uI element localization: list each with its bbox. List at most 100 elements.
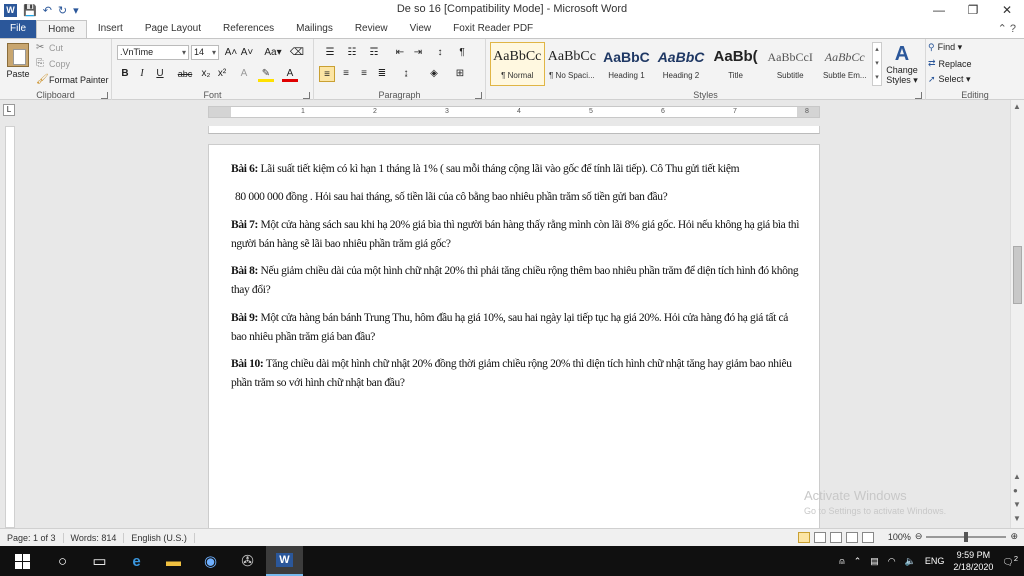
- font-name-dropdown[interactable]: .VnTime: [117, 45, 189, 60]
- sort-icon[interactable]: ↕: [432, 45, 448, 61]
- notification-center-icon[interactable]: 🗨2: [1002, 554, 1018, 568]
- document-page[interactable]: Bài 6: Lãi suất tiết kiệm có kì hạn 1 th…: [208, 144, 820, 528]
- scroll-up-icon[interactable]: ▲: [1013, 102, 1021, 111]
- font-size-dropdown[interactable]: 14: [191, 45, 219, 60]
- multilevel-list-icon[interactable]: ☶: [366, 45, 382, 61]
- people-icon[interactable]: ⍝: [839, 556, 844, 567]
- undo-icon[interactable]: ↶: [43, 4, 52, 17]
- paragraph-bai-8[interactable]: Bài 8: Nếu giảm chiều dài của một hình c…: [231, 262, 805, 300]
- word-app-icon[interactable]: W: [4, 3, 17, 17]
- draft-icon[interactable]: [862, 532, 874, 543]
- justify-icon[interactable]: ≣: [374, 66, 390, 82]
- borders-icon[interactable]: ⊞: [452, 66, 468, 82]
- tab-review[interactable]: Review: [344, 20, 399, 38]
- font-color-icon[interactable]: A: [282, 66, 298, 82]
- styles-launcher-icon[interactable]: [915, 92, 922, 99]
- italic-button[interactable]: I: [134, 66, 150, 82]
- app-icon[interactable]: ◉: [192, 546, 229, 576]
- paragraph-bai-7[interactable]: Bài 7: Một cửa hàng sách sau khi hạ 20% …: [231, 216, 805, 254]
- style-normal[interactable]: AaBbCc ¶ Normal: [490, 42, 545, 86]
- style-no-spacing[interactable]: AaBbCc ¶ No Spaci...: [545, 42, 600, 86]
- superscript-button[interactable]: x²: [214, 66, 230, 82]
- scroll-up-page-icon[interactable]: ▲: [1013, 472, 1021, 481]
- paragraph-launcher-icon[interactable]: [475, 92, 482, 99]
- show-hidden-icons-icon[interactable]: ⌃: [854, 556, 862, 567]
- tab-file[interactable]: File: [0, 20, 37, 38]
- zoom-out-icon[interactable]: ⊖: [915, 531, 923, 542]
- full-screen-reading-icon[interactable]: [814, 532, 826, 543]
- tab-home[interactable]: Home: [36, 20, 87, 38]
- vertical-scrollbar[interactable]: ▲ ▲ ● ▼ ▼: [1010, 100, 1024, 528]
- style-heading-2[interactable]: AaBbC Heading 2: [654, 42, 709, 86]
- shading-icon[interactable]: ◈: [426, 66, 442, 82]
- select-button[interactable]: ➚ Select ▾: [928, 74, 971, 85]
- save-icon[interactable]: 💾: [23, 4, 37, 17]
- decrease-indent-icon[interactable]: ⇤: [392, 45, 408, 61]
- settings-app-icon[interactable]: ✇: [229, 546, 266, 576]
- change-styles-button[interactable]: A Change Styles ▾: [884, 43, 920, 86]
- font-launcher-icon[interactable]: [303, 92, 310, 99]
- help-icon[interactable]: ⌃ ?: [998, 22, 1016, 35]
- tab-page-layout[interactable]: Page Layout: [134, 20, 212, 38]
- replace-button[interactable]: ⇄ Replace: [928, 58, 972, 69]
- tab-insert[interactable]: Insert: [87, 20, 134, 38]
- copy-button[interactable]: ⎘ Copy: [36, 58, 70, 69]
- format-painter-button[interactable]: 🖌 Format Painter: [36, 74, 109, 85]
- highlight-icon[interactable]: ✎: [258, 66, 274, 82]
- print-layout-icon[interactable]: [798, 532, 810, 543]
- input-language[interactable]: ENG: [925, 556, 945, 566]
- paste-button[interactable]: Paste: [4, 43, 32, 87]
- wifi-icon[interactable]: ◠: [888, 556, 896, 567]
- word-taskbar-icon[interactable]: W: [266, 546, 303, 576]
- underline-button[interactable]: U: [152, 66, 168, 82]
- styles-gallery-scroll[interactable]: ▴ ▾ ▾: [872, 42, 882, 86]
- text-effects-icon[interactable]: A: [236, 66, 252, 82]
- find-button[interactable]: ⚲ Find ▾: [928, 42, 962, 53]
- network-icon[interactable]: ▤: [870, 556, 879, 567]
- restore-button[interactable]: ❐: [956, 0, 990, 20]
- search-icon[interactable]: ○: [44, 546, 81, 576]
- tab-view[interactable]: View: [399, 20, 443, 38]
- file-explorer-icon[interactable]: ▬: [155, 546, 192, 576]
- tab-foxit-reader-pdf[interactable]: Foxit Reader PDF: [442, 20, 544, 38]
- page-count[interactable]: Page: 1 of 3: [0, 532, 64, 543]
- outline-icon[interactable]: [846, 532, 858, 543]
- paragraph-bai-10[interactable]: Bài 10: Tăng chiều dài một hình chữ nhật…: [231, 355, 805, 393]
- subscript-button[interactable]: x₂: [198, 66, 214, 82]
- vertical-ruler[interactable]: [5, 126, 15, 528]
- increase-indent-icon[interactable]: ⇥: [410, 45, 426, 61]
- scroll-down-icon[interactable]: ▼: [1013, 514, 1021, 523]
- language-indicator[interactable]: English (U.S.): [124, 532, 195, 543]
- align-right-icon[interactable]: ≡: [356, 66, 372, 82]
- line-spacing-icon[interactable]: ↨: [398, 66, 414, 82]
- tab-mailings[interactable]: Mailings: [285, 20, 344, 38]
- scroll-down-page-icon[interactable]: ▼: [1013, 500, 1021, 509]
- browse-object-icon[interactable]: ●: [1013, 486, 1018, 495]
- minimize-button[interactable]: —: [922, 0, 956, 20]
- paragraph-bai-6[interactable]: Bài 6: Lãi suất tiết kiệm có kì hạn 1 th…: [231, 160, 805, 179]
- scrollbar-thumb[interactable]: [1013, 246, 1022, 304]
- zoom-slider[interactable]: [926, 531, 1007, 542]
- word-count[interactable]: Words: 814: [64, 532, 125, 543]
- task-view-icon[interactable]: ▭: [81, 546, 118, 576]
- volume-icon[interactable]: 🔈: [905, 556, 916, 567]
- zoom-slider-knob[interactable]: [964, 531, 969, 542]
- tab-selector-icon[interactable]: L: [3, 104, 15, 116]
- clear-formatting-icon[interactable]: ⌫: [289, 45, 305, 61]
- style-subtle-emphasis[interactable]: AaBbCc Subtle Em...: [817, 42, 872, 86]
- numbering-icon[interactable]: ☷: [344, 45, 360, 61]
- change-case-button[interactable]: Aa▾: [262, 45, 284, 61]
- style-heading-1[interactable]: AaBbC Heading 1: [599, 42, 654, 86]
- align-center-icon[interactable]: ≡: [338, 66, 354, 82]
- show-formatting-icon[interactable]: ¶: [454, 45, 470, 61]
- paragraph-bai-6-continued[interactable]: 80 000 000 đồng . Hỏi sau hai tháng, số …: [235, 188, 809, 207]
- tab-references[interactable]: References: [212, 20, 285, 38]
- strikethrough-button[interactable]: abc: [175, 66, 195, 82]
- zoom-in-icon[interactable]: ⊕: [1010, 531, 1018, 542]
- close-button[interactable]: ✕: [990, 0, 1024, 20]
- paragraph-bai-9[interactable]: Bài 9: Một cửa hàng bán bánh Trung Thu, …: [231, 309, 805, 347]
- web-layout-icon[interactable]: [830, 532, 842, 543]
- bullets-icon[interactable]: ☰: [322, 45, 338, 61]
- bold-button[interactable]: B: [117, 66, 133, 82]
- edge-icon[interactable]: e: [118, 546, 155, 576]
